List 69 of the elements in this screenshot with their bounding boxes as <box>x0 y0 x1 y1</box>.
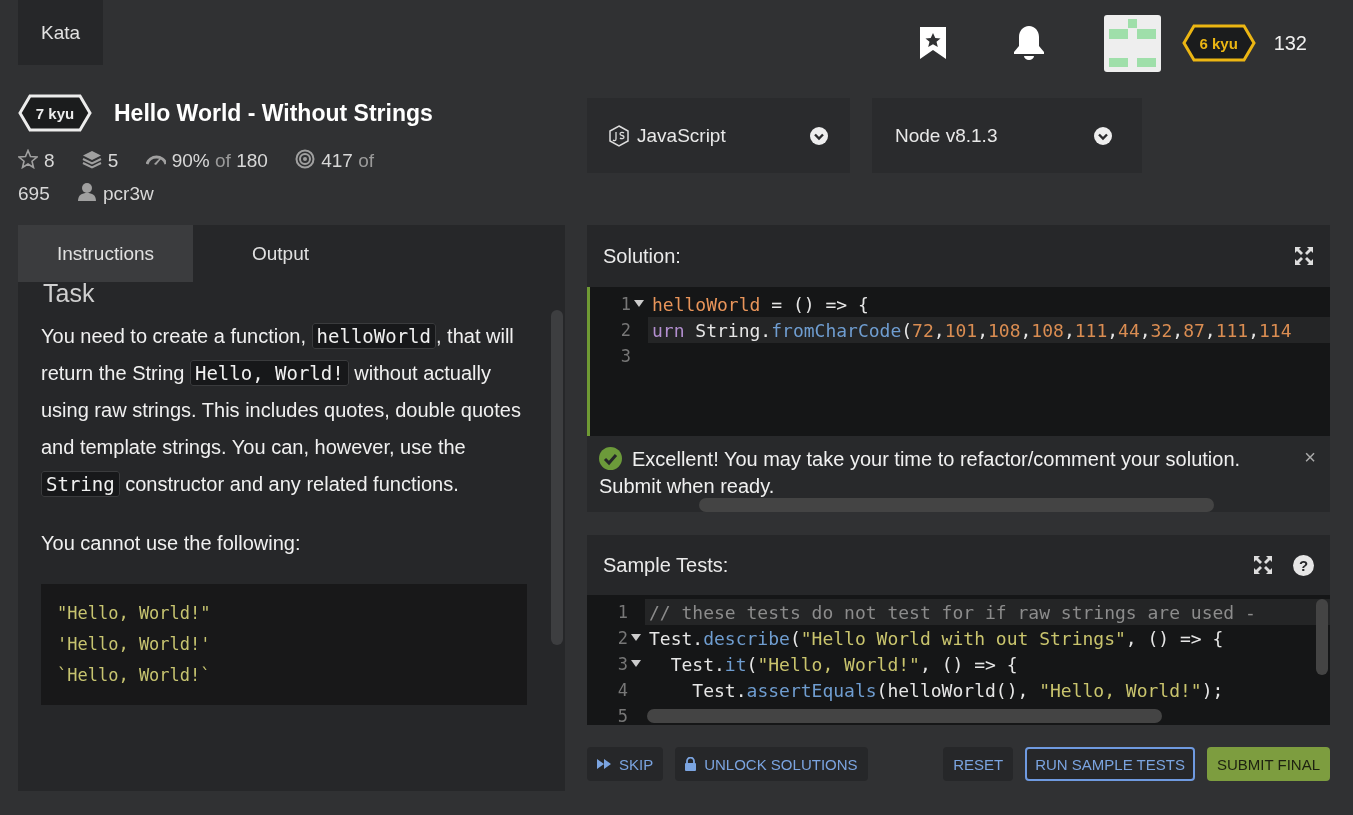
scrollbar[interactable] <box>699 498 1214 512</box>
stat-value: 5 <box>107 150 119 171</box>
fold-icon <box>631 660 641 668</box>
layers-icon <box>81 149 102 169</box>
stat-value: 180 <box>236 150 268 171</box>
fold-icon <box>634 300 644 308</box>
code-line: Test.describe("Hello World with out Strings", () => { <box>649 627 1224 649</box>
expand-icon <box>1294 246 1314 266</box>
code-line: urn String.fromCharCode(72,101,108,108,111,44,32,87,111,114 <box>652 319 1292 341</box>
stat-value: 695 <box>18 183 50 204</box>
chevron-down-icon <box>1094 126 1112 145</box>
line-number: 1 <box>620 294 631 314</box>
chevron-down-icon <box>810 126 828 145</box>
rank-badge: 7 kyu <box>18 94 92 132</box>
bookmark-icon <box>917 25 948 61</box>
scrollbar[interactable] <box>647 709 1162 723</box>
code-line: Test.assertEquals(helloWorld(), "Hello, World!"); <box>691 679 1224 701</box>
stat-value: 417 <box>321 150 353 171</box>
stat-value: 8 <box>44 150 55 171</box>
close-icon[interactable]: × <box>1304 444 1316 471</box>
code-line: // these tests do not test for if raw strings are used - <box>649 601 1256 623</box>
lock-icon <box>685 757 697 771</box>
tab[interactable]: Instructions <box>18 225 193 282</box>
user-icon <box>77 182 97 202</box>
expand-icon <box>1253 555 1273 575</box>
instruction-paragraph: You cannot use the following: <box>41 531 302 556</box>
check-circle-icon <box>599 447 622 470</box>
version-select[interactable]: Node v8.1.3 <box>872 98 1142 173</box>
avatar-icon <box>1103 14 1161 72</box>
code-line: Test.it("Hello, World!", () => { <box>669 653 1018 675</box>
code-block: "Hello, World!" 'Hello, World!' `Hello, World!` <box>41 584 527 705</box>
author-name[interactable]: pcr3w <box>103 183 154 204</box>
run-tests-button[interactable]: RUN SAMPLE TESTS <box>1025 747 1195 781</box>
reset-button[interactable]: RESET <box>943 747 1014 781</box>
star-icon <box>18 149 38 169</box>
section-heading: Task <box>42 282 96 304</box>
honor-count: 132 <box>1273 31 1307 55</box>
skip-button[interactable]: SKIP <box>587 747 664 781</box>
code-editor[interactable]: 1 helloWorld = () => { 2 urn String.fromCharCode(72,101,108,108,111,44,32,87,111,114 3 <box>587 287 1330 436</box>
line-number: 2 <box>620 320 631 340</box>
kata-title: Hello World - Without Strings <box>114 99 433 127</box>
help-button[interactable]: ? <box>1293 554 1314 576</box>
language-select[interactable]: JavaScript <box>587 98 850 173</box>
panel-title: Sample Tests: <box>603 553 730 577</box>
stat-label: of <box>358 150 374 171</box>
line-number: 4 <box>617 680 628 700</box>
unlock-button[interactable]: UNLOCK SOLUTIONS <box>675 747 868 781</box>
submit-button[interactable]: SUBMIT FINAL <box>1206 747 1330 781</box>
scrollbar[interactable] <box>1316 599 1328 675</box>
code-line: helloWorld = () => { <box>652 293 869 315</box>
tab[interactable]: Output <box>193 225 368 282</box>
line-number: 5 <box>617 706 628 725</box>
line-number: 3 <box>620 346 631 366</box>
stat-value: 90% <box>171 150 210 171</box>
nav-item[interactable]: Kata <box>18 0 103 65</box>
stat-label: of <box>215 150 231 171</box>
fast-forward-icon <box>597 759 611 769</box>
rank-badge: 6 kyu <box>1181 24 1256 62</box>
line-number: 1 <box>617 602 628 622</box>
line-number: 3 <box>617 654 628 674</box>
fold-icon <box>631 634 641 642</box>
bell-icon <box>1011 24 1046 62</box>
target-icon <box>295 149 316 169</box>
line-number: 2 <box>617 628 628 648</box>
panel-title: Solution: <box>603 244 682 268</box>
hexagon-icon <box>609 124 629 147</box>
instruction-paragraph: You need to create a function, helloWorld , that will return the String Hello, World! without actually using raw strings. This includes quotes, double quotes and template strings. You can, however, use the String constructor and any related functions. <box>41 322 522 499</box>
success-message: Excellent! You may take your time to refactor/comment your solution. Submit when ready. <box>599 446 1242 499</box>
code-editor[interactable] <box>587 595 1330 725</box>
